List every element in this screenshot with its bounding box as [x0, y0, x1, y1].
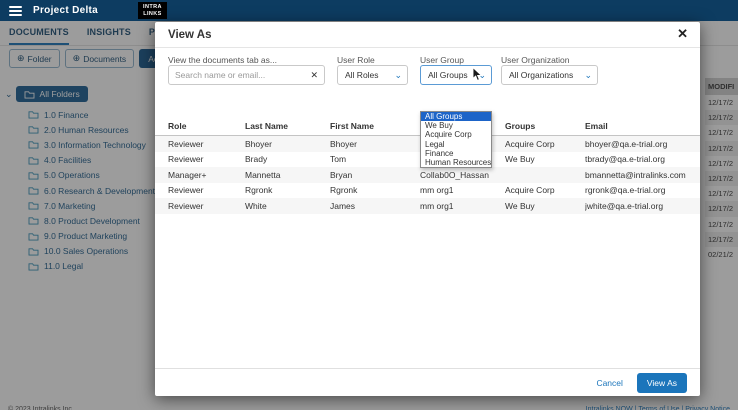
hamburger-menu-icon[interactable] [9, 4, 22, 18]
logo-line-1: INTRA [143, 4, 162, 10]
cell-last-name: Bhoyer [245, 139, 330, 149]
cell-first-name: Bryan [330, 170, 420, 180]
close-icon[interactable]: ✕ [677, 26, 688, 42]
cell-groups: We Buy [505, 201, 585, 211]
cell-last-name: Rgronk [245, 185, 330, 195]
search-label: View the documents tab as... [168, 55, 277, 65]
cell-first-name: Bhoyer [330, 139, 420, 149]
dropdown-option[interactable]: Acquire Corp [421, 130, 491, 139]
user-organization-value: All Organizations [509, 70, 573, 80]
cell-organization: mm org1 [420, 185, 505, 195]
cell-first-name: James [330, 201, 420, 211]
cell-groups: We Buy [505, 154, 585, 164]
modal-body: View the documents tab as... User Role U… [155, 48, 700, 368]
dropdown-option[interactable]: All Groups [421, 112, 491, 121]
mouse-cursor-icon [472, 67, 483, 87]
cell-last-name: White [245, 201, 330, 211]
user-role-select[interactable]: All Roles ⌄ [337, 65, 408, 85]
clear-search-icon[interactable]: ✕ [304, 70, 324, 81]
user-row[interactable]: Manager+ Mannetta Bryan Collab0O_Hassan … [155, 167, 700, 183]
user-group-dropdown: All Groups We Buy Acquire Corp Legal Fin… [420, 111, 492, 168]
user-organization-label: User Organization [501, 55, 570, 65]
intralinks-logo: INTRA LINKS [138, 2, 167, 19]
user-group-label: User Group [420, 55, 464, 65]
header-role: Role [168, 121, 245, 131]
cell-email: tbrady@qa.e-trial.org [585, 154, 700, 164]
cell-email: rgronk@qa.e-trial.org [585, 185, 700, 195]
cell-groups: Acquire Corp [505, 185, 585, 195]
cell-role: Manager+ [168, 170, 245, 180]
header-last-name: Last Name [245, 121, 330, 131]
dropdown-option[interactable]: We Buy [421, 121, 491, 130]
view-as-button[interactable]: View As [637, 373, 687, 393]
modal-header: View As ✕ [155, 22, 700, 48]
search-input[interactable]: Search name or email... ✕ [168, 65, 325, 85]
cell-first-name: Tom [330, 154, 420, 164]
view-as-modal: View As ✕ View the documents tab as... U… [155, 22, 700, 396]
cell-email: bhoyer@qa.e-trial.org [585, 139, 700, 149]
user-role-value: All Roles [345, 70, 379, 80]
user-row[interactable]: Reviewer White James mm org1 We Buy jwhi… [155, 198, 700, 214]
cell-organization: Collab0O_Hassan [420, 170, 505, 180]
cell-first-name: Rgronk [330, 185, 420, 195]
cell-role: Reviewer [168, 139, 245, 149]
dropdown-option[interactable]: Legal [421, 140, 491, 149]
modal-title: View As [168, 29, 211, 41]
workspace-title: Project Delta [33, 5, 98, 16]
user-role-label: User Role [337, 55, 375, 65]
chevron-down-icon: ⌄ [584, 70, 592, 81]
cell-last-name: Mannetta [245, 170, 330, 180]
cell-email: bmannetta@intralinks.com [585, 170, 700, 180]
dropdown-option[interactable]: Finance [421, 149, 491, 158]
logo-line-2: LINKS [143, 11, 162, 17]
header-groups: Groups [505, 121, 585, 131]
dropdown-option[interactable]: Human Resources [421, 158, 491, 167]
modal-footer: Cancel View As [155, 368, 700, 396]
cell-email: jwhite@qa.e-trial.org [585, 201, 700, 211]
user-group-value: All Groups [428, 70, 468, 80]
cell-organization: mm org1 [420, 201, 505, 211]
user-row[interactable]: Reviewer Rgronk Rgronk mm org1 Acquire C… [155, 183, 700, 199]
header-email: Email [585, 121, 700, 131]
cell-last-name: Brady [245, 154, 330, 164]
cell-role: Reviewer [168, 201, 245, 211]
chevron-down-icon: ⌄ [394, 70, 402, 81]
screen: Project Delta INTRA LINKS DOCUMENTS INSI… [0, 0, 738, 410]
search-placeholder: Search name or email... [169, 70, 304, 80]
top-bar: Project Delta INTRA LINKS [0, 0, 738, 21]
cell-role: Reviewer [168, 154, 245, 164]
user-organization-select[interactable]: All Organizations ⌄ [501, 65, 598, 85]
cell-groups: Acquire Corp [505, 139, 585, 149]
cell-role: Reviewer [168, 185, 245, 195]
cancel-button[interactable]: Cancel [596, 378, 622, 388]
header-first-name: First Name [330, 121, 420, 131]
